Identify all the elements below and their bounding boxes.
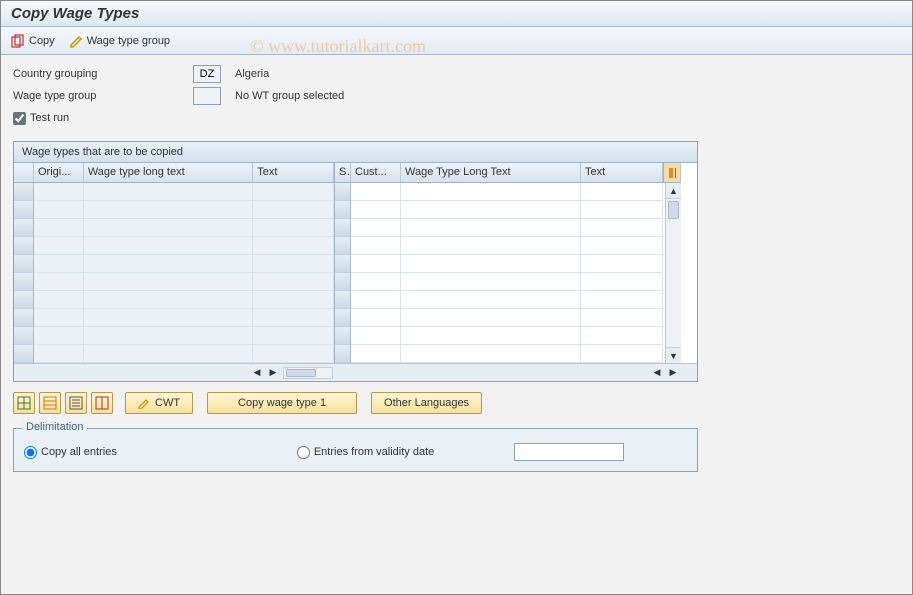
table-row[interactable]: [335, 327, 665, 345]
test-run-row: Test run: [13, 107, 900, 129]
wage-type-group-row: Wage type group No WT group selected: [13, 85, 900, 107]
toolbar: Copy Wage type group: [1, 27, 912, 55]
table-left-body: [14, 183, 334, 363]
test-run-checkbox[interactable]: [13, 112, 26, 125]
table-row[interactable]: [14, 183, 334, 201]
wage-type-group-field-label: Wage type group: [13, 90, 193, 102]
grid-orange-icon: [43, 396, 57, 410]
scroll-up-icon[interactable]: ▲: [666, 183, 681, 199]
table-row[interactable]: [14, 309, 334, 327]
action-button-row: CWT Copy wage type 1 Other Languages: [13, 392, 900, 414]
copy-button[interactable]: Copy: [11, 34, 55, 48]
table-row[interactable]: [14, 219, 334, 237]
table-caption: Wage types that are to be copied: [14, 142, 697, 163]
copy-all-entries-radio[interactable]: Copy all entries: [24, 446, 117, 459]
pencil-icon: [138, 397, 150, 409]
table-row[interactable]: [335, 273, 665, 291]
country-grouping-input[interactable]: [193, 65, 221, 83]
copy-wage-type-1-button[interactable]: Copy wage type 1: [207, 392, 357, 414]
wage-type-group-button[interactable]: Wage type group: [69, 34, 170, 48]
other-languages-label: Other Languages: [384, 397, 469, 409]
scroll-down-icon[interactable]: ▼: [666, 347, 681, 363]
table-row[interactable]: [335, 255, 665, 273]
icon-button-4[interactable]: [91, 392, 113, 414]
col-s[interactable]: S: [335, 163, 351, 183]
country-grouping-text: Algeria: [235, 68, 269, 80]
copy-wage-type-1-label: Copy wage type 1: [238, 397, 326, 409]
delimitation-group: Delimitation Copy all entries Entries fr…: [13, 428, 698, 472]
table-row[interactable]: [14, 237, 334, 255]
wage-type-group-text: No WT group selected: [235, 90, 344, 102]
table-left-pane: Origi... Wage type long text Text: [14, 163, 335, 363]
table-row[interactable]: [335, 237, 665, 255]
table-right-body: [335, 183, 665, 363]
entries-from-date-radio[interactable]: Entries from validity date: [297, 446, 434, 459]
table-row[interactable]: [14, 327, 334, 345]
test-run-label: Test run: [30, 112, 69, 124]
col-origi[interactable]: Origi...: [34, 163, 84, 183]
table-row[interactable]: [14, 201, 334, 219]
country-grouping-label: Country grouping: [13, 68, 193, 80]
delimitation-label: Delimitation: [22, 421, 87, 433]
entries-from-date-input[interactable]: [297, 446, 310, 459]
scroll-left-icon[interactable]: ◀: [249, 365, 265, 381]
list-icon: [69, 396, 83, 410]
scroll-left-icon-r[interactable]: ◀: [649, 365, 665, 381]
copy-icon: [11, 34, 25, 48]
copy-all-entries-input[interactable]: [24, 446, 37, 459]
scroll-right-icon-r[interactable]: ▶: [665, 365, 681, 381]
hscroll-right-pane[interactable]: ◀ ▶: [649, 364, 681, 381]
grid-red-icon: [95, 396, 109, 410]
copy-all-entries-text: Copy all entries: [41, 446, 117, 458]
table-row[interactable]: [14, 273, 334, 291]
other-languages-button[interactable]: Other Languages: [371, 392, 482, 414]
window-title: Copy Wage Types: [1, 1, 912, 27]
hscroll-left-pane[interactable]: ◀ ▶: [249, 364, 335, 381]
wage-type-group-input[interactable]: [193, 87, 221, 105]
validity-date-input[interactable]: [514, 443, 624, 461]
content-area: Country grouping Algeria Wage type group…: [1, 55, 912, 480]
cwt-button[interactable]: CWT: [125, 392, 193, 414]
wage-types-table: Wage types that are to be copied Origi..…: [13, 141, 698, 382]
copy-label: Copy: [29, 35, 55, 47]
table-row[interactable]: [335, 291, 665, 309]
table-config-icon[interactable]: [663, 163, 681, 183]
table-row[interactable]: [335, 309, 665, 327]
row-handle-header: [14, 163, 34, 183]
icon-button-1[interactable]: [13, 392, 35, 414]
table-row[interactable]: [14, 255, 334, 273]
cwt-label: CWT: [155, 397, 180, 409]
entries-from-date-text: Entries from validity date: [314, 446, 434, 458]
col-wage-type-long-text-right[interactable]: Wage Type Long Text: [401, 163, 581, 183]
icon-button-3[interactable]: [65, 392, 87, 414]
col-text-right[interactable]: Text: [581, 163, 663, 183]
col-wage-type-long-text-left[interactable]: Wage type long text: [84, 163, 253, 183]
pencil-icon: [69, 34, 83, 48]
icon-button-2[interactable]: [39, 392, 61, 414]
table-row[interactable]: [14, 345, 334, 363]
wage-type-group-label: Wage type group: [87, 35, 170, 47]
scroll-right-icon[interactable]: ▶: [265, 365, 281, 381]
col-text-left[interactable]: Text: [253, 163, 334, 183]
vertical-scrollbar[interactable]: ▲ ▼: [665, 183, 681, 363]
country-grouping-row: Country grouping Algeria: [13, 63, 900, 85]
col-cust[interactable]: Cust...: [351, 163, 401, 183]
grid-green-icon: [17, 396, 31, 410]
table-row[interactable]: [335, 345, 665, 363]
table-row[interactable]: [335, 219, 665, 237]
table-row[interactable]: [14, 291, 334, 309]
table-right-pane: S Cust... Wage Type Long Text Text ▲ ▼: [335, 163, 681, 363]
table-row[interactable]: [335, 183, 665, 201]
table-row[interactable]: [335, 201, 665, 219]
